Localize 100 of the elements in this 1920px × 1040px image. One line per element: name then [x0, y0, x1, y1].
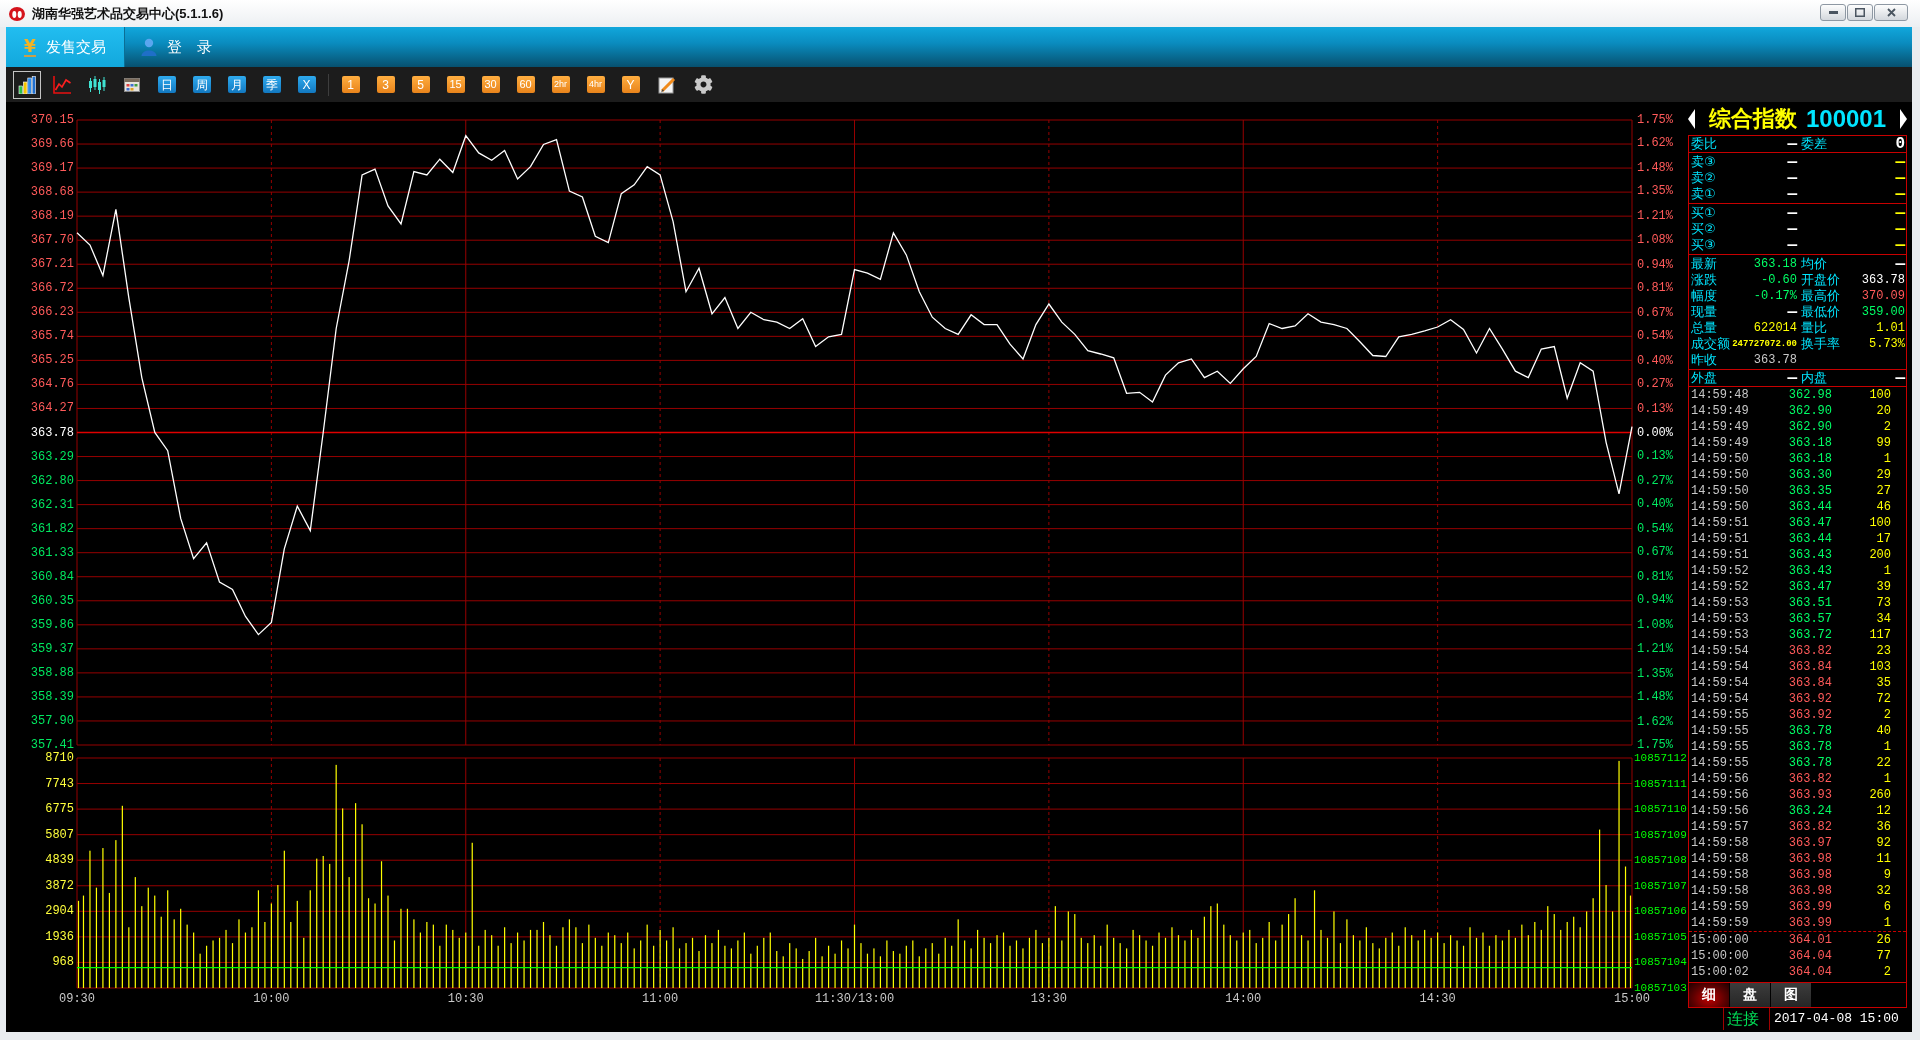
volume-bar: [542, 922, 545, 988]
close-button[interactable]: [1874, 4, 1908, 21]
field-value: 363.78: [1753, 352, 1797, 368]
volume-bar: [244, 932, 247, 988]
interval-button[interactable]: 5: [411, 76, 430, 93]
trade-time: 14:59:58: [1691, 883, 1750, 899]
trade-time: 14:59:58: [1691, 835, 1750, 851]
field-label: 昨收: [1691, 352, 1717, 368]
order-level-label: 买②: [1691, 221, 1716, 237]
right-axis-label: 10857112: [1634, 752, 1687, 764]
trade-price: 363.78: [1787, 739, 1832, 755]
period-button[interactable]: 日: [157, 76, 176, 93]
trade-time: 14:59:49: [1691, 435, 1750, 451]
period-button[interactable]: 周: [192, 76, 211, 93]
trade-time: 14:59:56: [1691, 771, 1750, 787]
trade-time: 14:59:55: [1691, 739, 1750, 755]
trade-time: 14:59:54: [1691, 659, 1750, 675]
percent-axis-label: 0.40%: [1637, 496, 1673, 511]
interval-button[interactable]: 4hr: [586, 76, 605, 93]
field-label: 现量: [1691, 304, 1717, 320]
minimize-button[interactable]: [1820, 4, 1846, 21]
field-label: 涨跌: [1691, 272, 1717, 288]
volume-bar: [853, 924, 856, 988]
maximize-button[interactable]: [1847, 4, 1873, 21]
time-axis-label: 14:00: [1225, 992, 1262, 1006]
window-title: 湖南华强艺术品交易中心(5.1.1.6): [32, 4, 224, 23]
percent-axis-label: 0.13%: [1637, 448, 1673, 463]
trade-volume: 40: [1875, 723, 1891, 739]
order-level-label: 卖②: [1691, 170, 1716, 186]
trade-volume: 1: [1882, 915, 1891, 931]
trade-price: 363.92: [1787, 691, 1832, 707]
price-axis-label: 363.29: [30, 449, 74, 464]
line-chart-icon: [52, 75, 71, 94]
percent-axis-label: 1.35%: [1637, 184, 1673, 199]
percent-axis-label: 1.21%: [1637, 641, 1673, 656]
trade-price: 363.44: [1787, 531, 1832, 547]
price-axis-label: 370.15: [30, 113, 74, 127]
volume-bar: [1488, 945, 1491, 988]
volume-axis-label: 8710: [45, 752, 74, 765]
price-axis-label: 362.80: [30, 473, 74, 488]
chart-type-button[interactable]: [12, 70, 41, 99]
price-axis-label: 365.25: [30, 353, 74, 368]
panel-tab[interactable]: 图: [1771, 983, 1812, 1007]
trade-price: 363.97: [1787, 835, 1832, 851]
nav-tab[interactable]: 登 录: [124, 27, 229, 67]
period-button[interactable]: X: [297, 76, 316, 93]
price-axis-label: 360.84: [30, 569, 74, 584]
trade-volume: 92: [1875, 835, 1891, 851]
volume-bar: [1015, 940, 1018, 988]
order-price: —: [1787, 154, 1797, 170]
field-value: 363.78: [1861, 272, 1905, 288]
trade-volume: 17: [1875, 531, 1891, 547]
volume-bar: [678, 948, 681, 988]
trade-volume: 1: [1882, 771, 1891, 787]
trade-time: 14:59:50: [1691, 483, 1750, 499]
trade-volume: 39: [1875, 579, 1891, 595]
trade-volume: 1: [1882, 739, 1891, 755]
field-label: 成交额: [1691, 336, 1730, 352]
price-axis-label: 360.35: [30, 593, 74, 608]
interval-button[interactable]: 30: [481, 76, 500, 93]
trade-time: 14:59:51: [1691, 531, 1750, 547]
field-label: 最低价: [1801, 304, 1840, 320]
order-level-label: 买①: [1691, 205, 1716, 221]
order-volume: —: [1895, 154, 1905, 170]
percent-axis-label: 0.81%: [1637, 570, 1673, 585]
time-axis-label: 11:30/13:00: [814, 992, 895, 1006]
trade-volume: 73: [1875, 595, 1891, 611]
status-datetime: 2017-04-08 15:00: [1769, 1008, 1907, 1030]
volume-bar: [231, 943, 234, 988]
order-price: —: [1787, 186, 1797, 202]
interval-button[interactable]: Y: [621, 76, 640, 93]
time-axis-label: 15:00: [1614, 992, 1650, 1006]
trade-price: 363.98: [1787, 867, 1832, 883]
period-button[interactable]: 月: [227, 76, 246, 93]
price-axis-label: 361.33: [30, 545, 74, 560]
volume-bar: [691, 937, 694, 988]
price-axis-label: 359.37: [30, 641, 74, 656]
panel-tab[interactable]: 细: [1689, 983, 1730, 1007]
interval-button[interactable]: 15: [446, 76, 465, 93]
volume-bar: [866, 953, 869, 988]
trade-time: 14:59:53: [1691, 611, 1750, 627]
price-axis-label: 358.39: [30, 689, 74, 704]
next-arrow-icon[interactable]: [1900, 108, 1907, 129]
interval-button[interactable]: 1: [341, 76, 360, 93]
trade-time: 14:59:52: [1691, 579, 1750, 595]
panel-tab[interactable]: 盘: [1730, 983, 1771, 1007]
field-label: 外盘: [1691, 370, 1717, 386]
interval-button[interactable]: 3: [376, 76, 395, 93]
price-axis-label: 368.68: [30, 185, 74, 200]
price-axis-label: 366.72: [30, 281, 74, 296]
previous-arrow-icon[interactable]: [1688, 108, 1695, 129]
period-button[interactable]: 季: [262, 76, 281, 93]
trade-price: 363.82: [1787, 771, 1832, 787]
interval-button[interactable]: 2hr: [551, 76, 570, 93]
interval-button[interactable]: 60: [516, 76, 535, 93]
volume-bar: [1339, 943, 1342, 988]
trade-time: 14:59:50: [1691, 499, 1750, 515]
trade-time: 14:59:50: [1691, 451, 1750, 467]
trade-volume: 46: [1875, 499, 1891, 515]
nav-tab[interactable]: ¥ 发售交易: [6, 27, 125, 67]
